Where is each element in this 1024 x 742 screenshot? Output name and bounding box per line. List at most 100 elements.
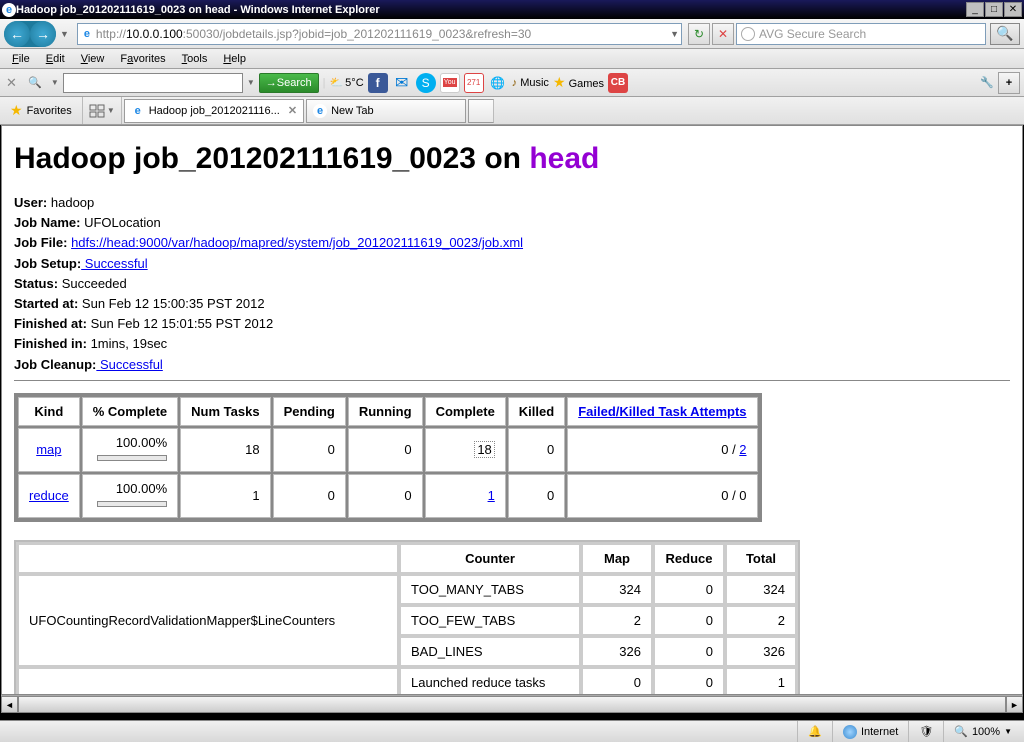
cell-reduce: 0	[654, 606, 724, 635]
music-icon: ♪	[512, 77, 518, 89]
col-running: Running	[348, 397, 423, 426]
failedkilled-link[interactable]: Failed/Killed Task Attempts	[578, 404, 746, 419]
facebook-icon[interactable]: f	[368, 73, 388, 93]
cell-killed: 0	[508, 474, 565, 518]
meta-jobname: Job Name: UFOLocation	[14, 214, 1010, 232]
complete-link[interactable]: 1	[488, 488, 495, 503]
toolbar-search-input[interactable]	[63, 73, 243, 93]
star-icon: ★	[553, 74, 566, 90]
menu-view[interactable]: View	[73, 51, 113, 67]
col-pending: Pending	[273, 397, 346, 426]
scroll-left-button[interactable]: ◄	[1, 696, 18, 713]
cell-reduce: 0	[654, 668, 724, 695]
col-total: Total	[726, 544, 796, 573]
refresh-button[interactable]: ↻	[688, 23, 710, 45]
meta-started: Started at: Sun Feb 12 15:00:35 PST 2012	[14, 295, 1010, 313]
search-dropdown2-icon[interactable]: ▼	[247, 78, 255, 87]
nav-dropdown-icon[interactable]: ▼	[58, 29, 71, 39]
jobsetup-link[interactable]: Successful	[81, 256, 147, 271]
cell-total: 326	[726, 637, 796, 666]
restore-button[interactable]: □	[985, 2, 1003, 17]
col-killed: Killed	[508, 397, 565, 426]
menu-tools[interactable]: Tools	[174, 51, 216, 67]
tab-page-icon: e	[313, 104, 327, 118]
url-text[interactable]: http://10.0.0.100:50030/jobdetails.jsp?j…	[96, 27, 670, 41]
tab-close-icon[interactable]: ✕	[288, 104, 297, 117]
favorites-button[interactable]: ★ Favorites	[0, 97, 83, 124]
jobcleanup-link[interactable]: Successful	[96, 357, 162, 372]
status-protected-icon[interactable]: 🛡	[908, 721, 943, 742]
stop-button[interactable]: ✕	[712, 23, 734, 45]
avg-search-input[interactable]: AVG Secure Search	[736, 23, 986, 45]
add-button[interactable]: +	[998, 72, 1020, 94]
search-dropdown-icon[interactable]: ▼	[51, 78, 59, 87]
meta-jobfile: Job File: hdfs://head:9000/var/hadoop/ma…	[14, 234, 1010, 252]
cell-num: 18	[180, 428, 270, 472]
new-tab-button[interactable]	[468, 99, 494, 123]
tab-bar: ★ Favorites ▼ e Hadoop job_2012021116...…	[0, 97, 1024, 125]
skype-icon[interactable]: S	[416, 73, 436, 93]
toolbar-close-icon[interactable]: ✕	[4, 75, 19, 91]
minimize-button[interactable]: _	[966, 2, 984, 17]
search-go-button[interactable]: 🔍	[990, 23, 1020, 45]
col-group	[18, 544, 398, 573]
mail-icon[interactable]: ✉	[392, 73, 412, 93]
address-bar[interactable]: e http://10.0.0.100:50030/jobdetails.jsp…	[77, 23, 682, 45]
menu-file[interactable]: FFileile	[4, 51, 38, 67]
close-window-button[interactable]: ✕	[1004, 2, 1022, 17]
status-popup-icon[interactable]: 🔔	[797, 721, 832, 742]
favorites-label: Favorites	[27, 105, 72, 117]
menu-edit[interactable]: Edit	[38, 51, 73, 67]
calendar-icon[interactable]: 271	[464, 73, 484, 93]
toolbar-search-button[interactable]: → Search	[259, 73, 319, 93]
scroll-thumb[interactable]	[18, 696, 1006, 713]
games-button[interactable]: ★ Games	[553, 74, 604, 91]
youtube-icon[interactable]: You	[440, 73, 460, 93]
separator	[14, 380, 1010, 381]
col-map: Map	[582, 544, 652, 573]
page-content: Hadoop job_201202111619_0023 on head Use…	[1, 125, 1023, 695]
cell-fk: 0 / 2	[567, 428, 757, 472]
tab-new[interactable]: e New Tab	[306, 99, 466, 123]
killed-link[interactable]: 2	[739, 442, 746, 457]
progress-bar	[97, 455, 167, 461]
cb-icon[interactable]: CB	[608, 73, 628, 93]
counter-table: Counter Map Reduce Total UFOCountingReco…	[14, 540, 800, 695]
jobfile-link[interactable]: hdfs://head:9000/var/hadoop/mapred/syste…	[71, 235, 523, 250]
browser-icon[interactable]: 🌐	[488, 73, 508, 93]
ie-icon: e	[2, 3, 16, 17]
cell-complete: 1	[425, 474, 506, 518]
table-row: map 100.00% 18 0 0 18 0 0 / 2	[18, 428, 758, 472]
magnifier-icon[interactable]: 🔍	[23, 72, 47, 94]
url-dropdown-icon[interactable]: ▼	[670, 29, 679, 39]
cell-reduce: 0	[654, 637, 724, 666]
cell-total: 324	[726, 575, 796, 604]
meta-status: Status: Succeeded	[14, 275, 1010, 293]
scroll-right-button[interactable]: ►	[1006, 696, 1023, 713]
horizontal-scrollbar[interactable]: ◄ ►	[1, 695, 1023, 712]
quicktabs-button[interactable]: ▼	[83, 97, 122, 124]
task-summary-table: Kind % Complete Num Tasks Pending Runnin…	[14, 393, 762, 522]
cell-map: 326	[582, 637, 652, 666]
weather-widget[interactable]: ⛅ 5°C	[329, 76, 363, 89]
back-button[interactable]: ←	[4, 21, 30, 47]
cell-reduce: 0	[654, 575, 724, 604]
reduce-link[interactable]: reduce	[29, 488, 69, 503]
cell-pending: 0	[273, 474, 346, 518]
cell-running: 0	[348, 428, 423, 472]
tab-hadoop-job[interactable]: e Hadoop job_2012021116... ✕	[124, 99, 304, 123]
music-button[interactable]: ♪ Music	[512, 77, 549, 89]
forward-button[interactable]: →	[30, 21, 56, 47]
table-header-row: Counter Map Reduce Total	[18, 544, 796, 573]
menu-help[interactable]: Help	[215, 51, 254, 67]
meta-finished: Finished at: Sun Feb 12 15:01:55 PST 201…	[14, 315, 1010, 333]
zoom-control[interactable]: 🔍 100% ▼	[943, 721, 1022, 742]
status-zone[interactable]: Internet	[832, 721, 908, 742]
cell-killed: 0	[508, 428, 565, 472]
col-counter: Counter	[400, 544, 580, 573]
col-pct: % Complete	[82, 397, 178, 426]
col-failedkilled: Failed/Killed Task Attempts	[567, 397, 757, 426]
menu-favorites[interactable]: Favorites	[112, 51, 173, 67]
wrench-icon[interactable]: 🔧	[980, 76, 994, 89]
map-link[interactable]: map	[36, 442, 61, 457]
